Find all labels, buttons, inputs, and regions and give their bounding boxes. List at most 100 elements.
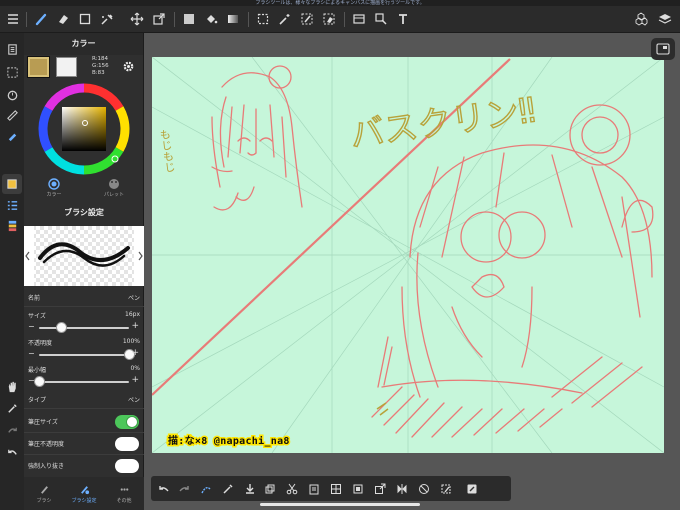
gradient-icon[interactable] — [222, 8, 244, 30]
brush-tool-icon[interactable] — [30, 8, 52, 30]
size-slider-handle[interactable] — [56, 322, 67, 333]
rotate-icon[interactable] — [2, 85, 22, 105]
tab-other[interactable]: その他 — [104, 477, 144, 510]
size-value: 16px — [125, 311, 140, 318]
copy-icon[interactable] — [261, 480, 278, 497]
brush-name-value: ペン — [127, 295, 140, 302]
lasso-select-icon[interactable] — [252, 8, 274, 30]
pen-settings-icon[interactable] — [2, 125, 22, 145]
eraser-tool-icon[interactable] — [52, 8, 74, 30]
bucket-icon[interactable] — [200, 8, 222, 30]
save-icon[interactable] — [241, 480, 258, 497]
type-label: タイプ — [28, 397, 47, 404]
color-panel-icon[interactable] — [2, 174, 22, 194]
rect-select-icon[interactable] — [74, 8, 96, 30]
paste-icon[interactable] — [370, 8, 392, 30]
blue-value: B:83 — [92, 70, 105, 76]
wand-select-icon[interactable] — [274, 8, 296, 30]
force-fade-toggle[interactable] — [115, 459, 139, 473]
size-decrease-button[interactable]: − — [28, 322, 35, 331]
brush-preview — [24, 226, 144, 286]
green-value: G:156 — [92, 63, 109, 69]
fill-selection-icon[interactable] — [349, 480, 366, 497]
tab-color[interactable]: カラー — [24, 176, 84, 198]
rgb-readout: R:184 G:156 B:83 — [92, 56, 109, 77]
min-width-track — [39, 381, 129, 383]
tab-other-label: その他 — [116, 498, 132, 504]
move-icon[interactable] — [126, 8, 148, 30]
redo-icon[interactable] — [2, 420, 22, 440]
tab-color-label: カラー — [46, 192, 62, 198]
drawing-canvas[interactable]: バスクリン‼ もじもじ — [151, 56, 665, 454]
brush-settings-title: ブラシ設定 — [64, 208, 104, 217]
sub-color-swatch[interactable] — [56, 57, 77, 77]
top-toolbar — [0, 6, 680, 33]
min-width-slider-handle[interactable] — [33, 376, 45, 387]
opacity-decrease-button[interactable]: − — [28, 349, 35, 358]
transform-icon[interactable] — [371, 480, 388, 497]
side-lettering: もじもじ — [158, 128, 177, 174]
color-wheel[interactable] — [38, 83, 130, 175]
select-pen-icon[interactable] — [296, 8, 318, 30]
swatch-row: R:184 G:156 B:83 — [24, 55, 143, 79]
flip-icon[interactable] — [393, 480, 410, 497]
ruler-icon[interactable] — [2, 105, 22, 125]
grid-icon[interactable] — [327, 480, 344, 497]
select-eraser-icon[interactable] — [437, 480, 454, 497]
text-tool-icon[interactable] — [392, 8, 414, 30]
undo-icon[interactable] — [155, 480, 172, 497]
layers-icon[interactable] — [654, 8, 676, 30]
brush-list-icon[interactable] — [2, 195, 22, 215]
tab-palette[interactable]: パレット — [84, 176, 144, 198]
home-indicator[interactable] — [260, 503, 420, 506]
tab-brush[interactable]: ブラシ — [24, 477, 64, 510]
transform-icon[interactable] — [148, 8, 170, 30]
magic-wand-icon[interactable] — [96, 8, 118, 30]
type-value: ペン — [127, 397, 140, 404]
min-width-slider[interactable]: − + — [24, 373, 144, 389]
size-slider[interactable]: − + — [24, 319, 144, 335]
brush-name-row[interactable]: 名前 ペン — [24, 289, 144, 307]
undo-icon[interactable] — [2, 442, 22, 462]
gear-icon[interactable] — [122, 60, 135, 75]
panel-bottom-tabs: ブラシ ブラシ設定 その他 — [24, 477, 144, 510]
opacity-increase-button[interactable]: + — [131, 348, 139, 358]
stroke-correction-icon[interactable] — [197, 480, 214, 497]
view-mode-icon[interactable] — [630, 8, 652, 30]
eyedropper-icon[interactable] — [2, 398, 22, 418]
title-lettering: バスクリン‼ — [348, 90, 538, 156]
size-track — [39, 327, 129, 329]
pages-icon[interactable] — [2, 39, 22, 59]
redo-icon[interactable] — [175, 480, 192, 497]
selection-panel-icon[interactable] — [2, 62, 22, 82]
fill-color-icon[interactable] — [178, 8, 200, 30]
pressure-opacity-toggle[interactable] — [115, 437, 139, 451]
bottom-toolbar — [151, 476, 511, 501]
menu-icon[interactable] — [2, 8, 24, 30]
brush-settings-icon[interactable] — [2, 215, 22, 235]
opacity-slider[interactable]: − + — [24, 346, 144, 362]
min-width-increase-button[interactable]: + — [131, 375, 139, 385]
pressure-size-toggle[interactable] — [115, 415, 139, 429]
paste-icon[interactable] — [305, 480, 322, 497]
layer-settings-icon[interactable] — [463, 480, 480, 497]
material-icon[interactable] — [348, 8, 370, 30]
opacity-value: 100% — [122, 338, 140, 345]
sketch-artwork: バスクリン‼ もじもじ — [151, 56, 665, 454]
color-panel-title: カラー — [24, 33, 143, 55]
cut-icon[interactable] — [283, 480, 300, 497]
tab-brush-settings-label: ブラシ設定 — [71, 498, 97, 504]
main-color-swatch[interactable] — [27, 56, 50, 78]
size-increase-button[interactable]: + — [131, 321, 139, 331]
pressure-size-label: 筆圧サイズ — [28, 419, 58, 426]
select-eraser-icon[interactable] — [318, 8, 340, 30]
tab-palette-label: パレット — [103, 192, 124, 198]
type-row[interactable]: タイプ ペン — [24, 391, 144, 409]
force-fade-row: 強制入り抜き — [24, 457, 144, 477]
hand-icon[interactable] — [2, 376, 22, 396]
tab-brush-settings[interactable]: ブラシ設定 — [64, 477, 104, 510]
no-select-icon[interactable] — [415, 480, 432, 497]
settings-panel: カラー R:184 G:156 B:83 カラー パレット ブラシ設定 名前 ペ… — [24, 33, 144, 510]
eyedropper-icon[interactable] — [219, 480, 236, 497]
fullscreen-icon[interactable] — [651, 38, 675, 60]
